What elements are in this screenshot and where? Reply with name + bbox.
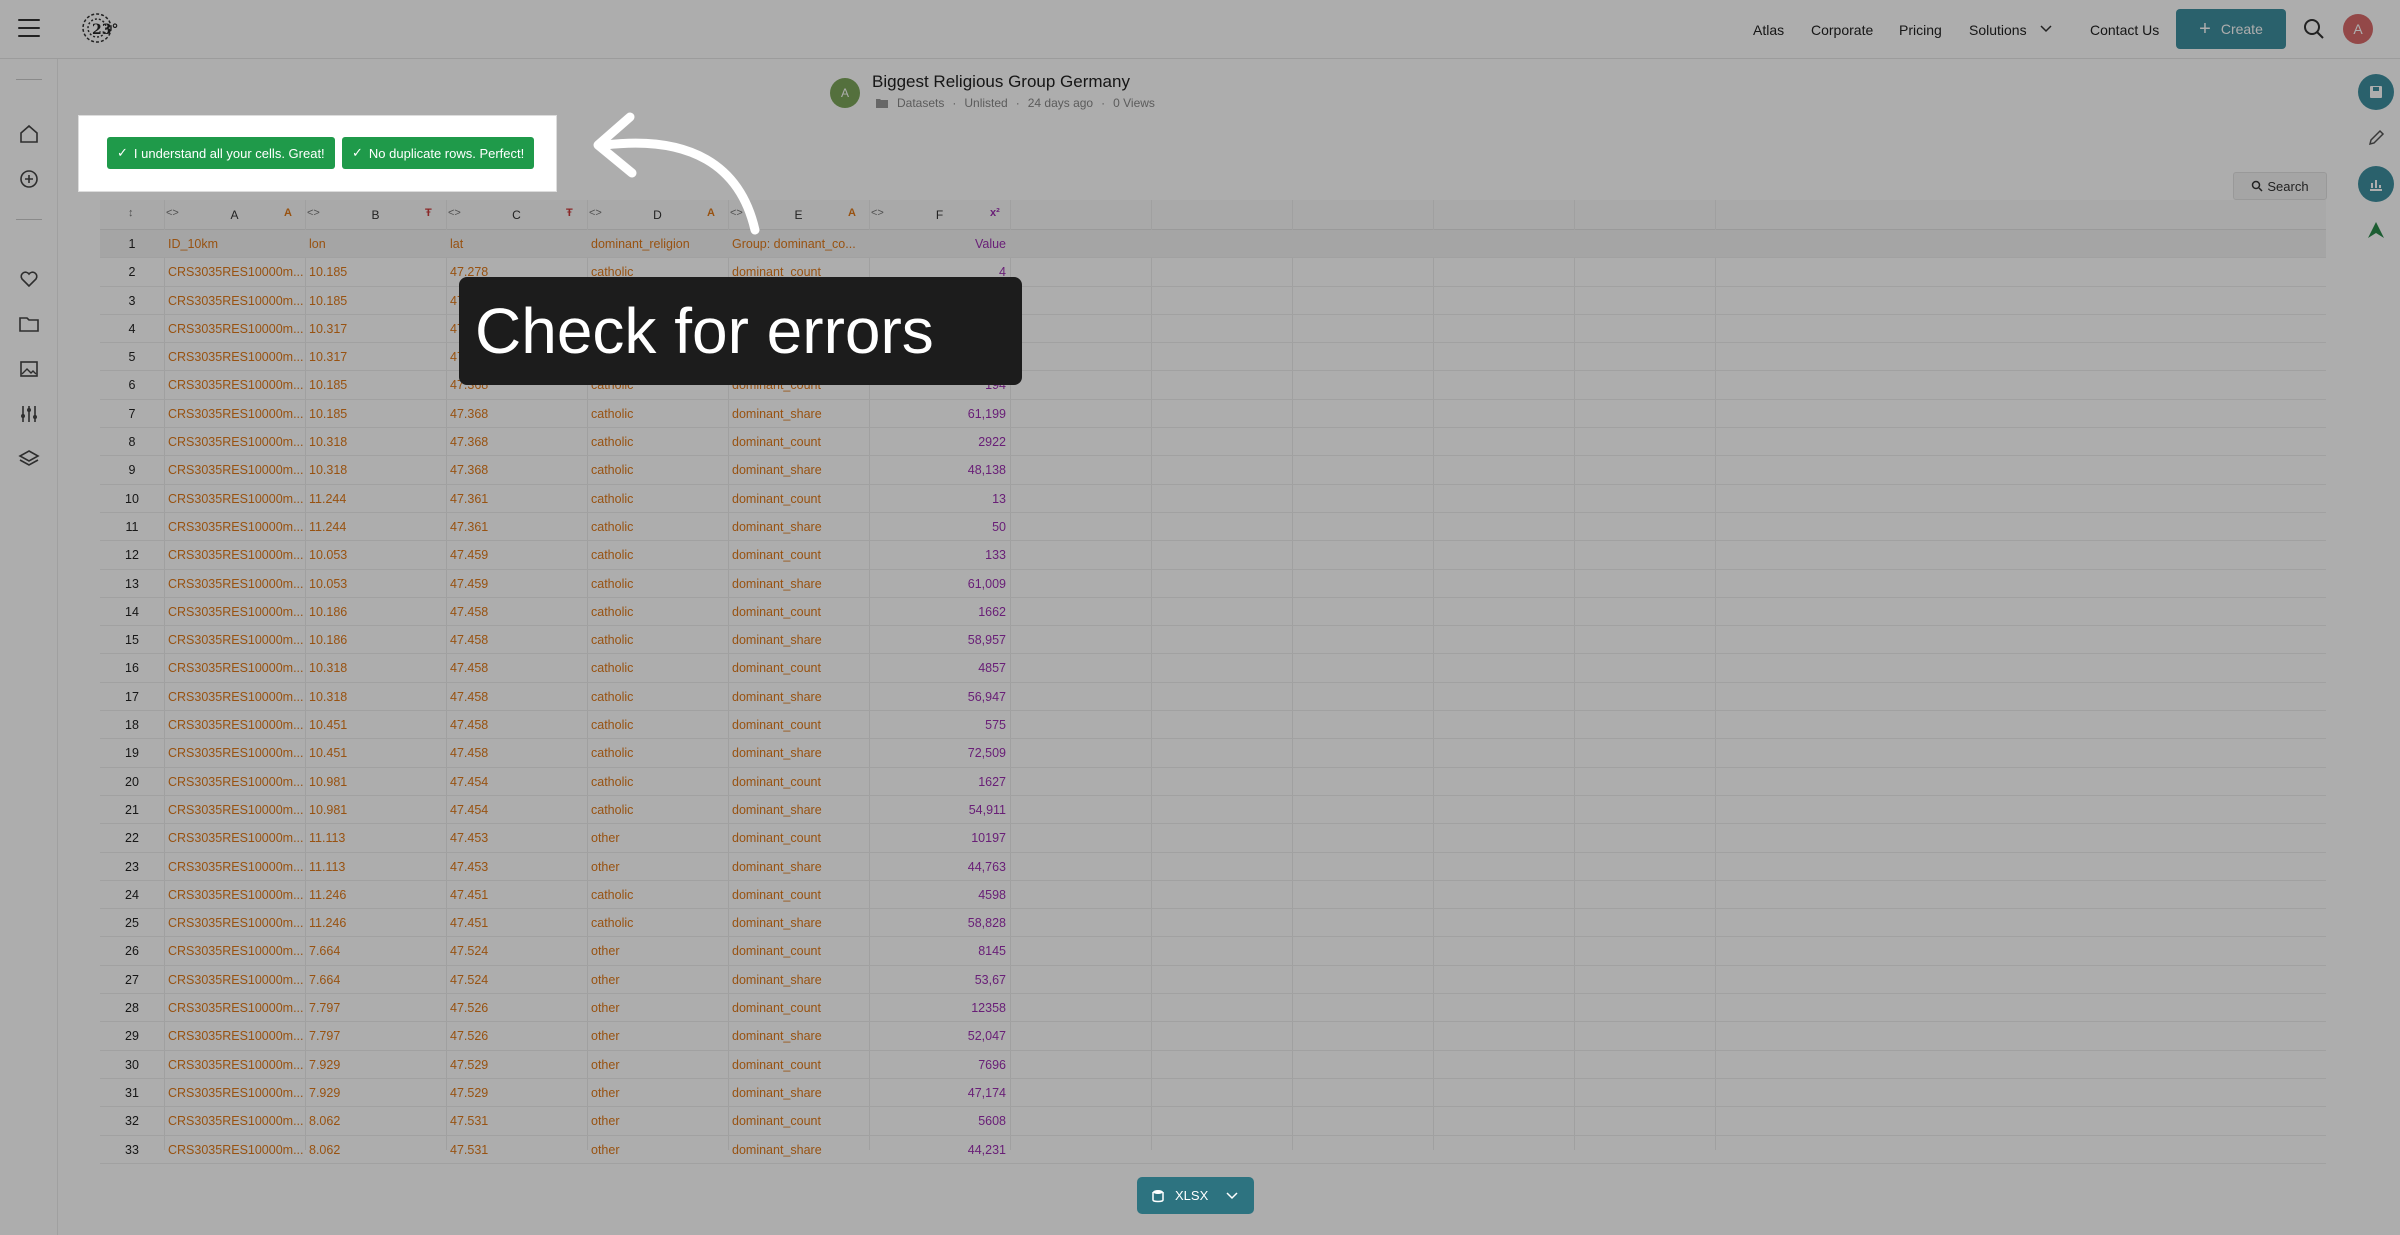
duplicates-check-badge[interactable]: ✓ No duplicate rows. Perfect! (342, 137, 535, 169)
data-checks-highlight: ✓ I understand all your cells. Great! ✓ … (79, 116, 556, 191)
curved-arrow-icon (593, 112, 760, 235)
cells-check-badge[interactable]: ✓ I understand all your cells. Great! (107, 137, 335, 169)
export-xlsx-button[interactable]: XLSX (1137, 1177, 1254, 1214)
duplicates-check-label: No duplicate rows. Perfect! (368, 145, 525, 161)
check-icon: ✓ (352, 145, 363, 160)
chevron-down-icon[interactable] (1226, 1191, 1238, 1200)
cells-check-label: I understand all your cells. Great! (133, 145, 325, 161)
export-format-label: XLSX (1175, 1188, 1209, 1203)
tour-banner: Check for errors (459, 277, 1022, 385)
database-icon (1152, 1189, 1164, 1202)
check-icon: ✓ (117, 145, 128, 160)
